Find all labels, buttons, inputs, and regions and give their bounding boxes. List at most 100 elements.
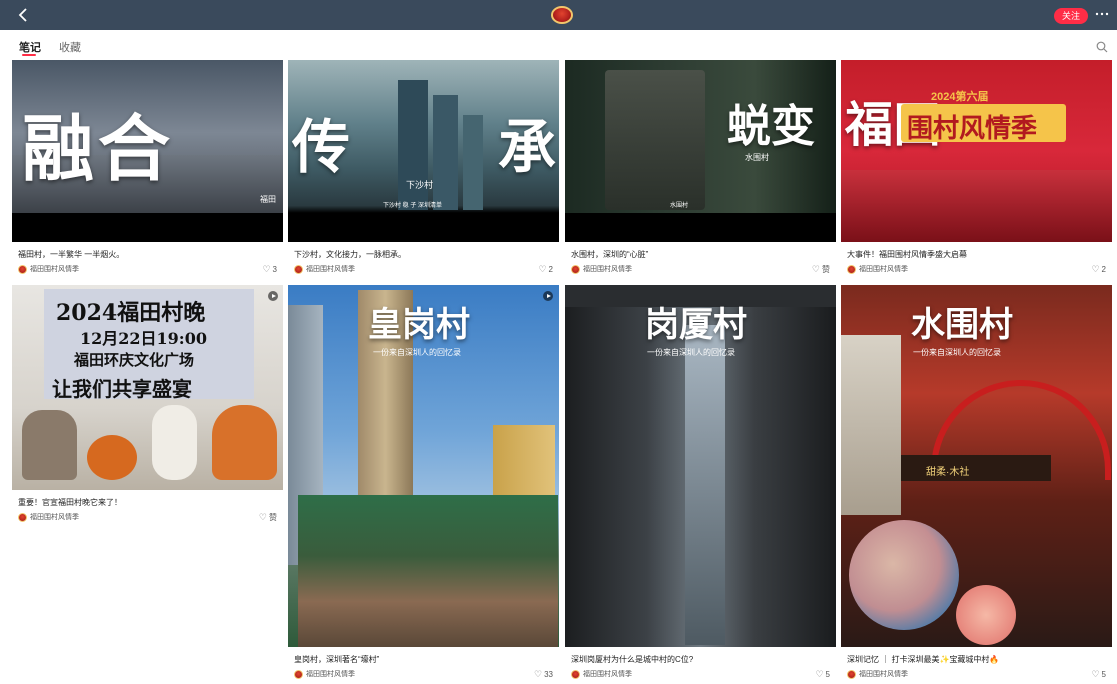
note-card[interactable]: 传 承 下沙村 下沙村 稳 子 深圳清单 下沙村，文化接力，一脉相承。 福田围村… xyxy=(288,60,559,278)
author-name: 福田围村风情季 xyxy=(30,514,79,521)
cover-title-left: 传 xyxy=(292,113,351,181)
like-count: 2 xyxy=(1101,264,1106,274)
more-dots-icon[interactable] xyxy=(1094,4,1110,24)
play-icon xyxy=(543,291,553,301)
note-card[interactable]: 福田 围村风情季 2024第六届 大事件！福田围村风情季盛大启幕 福田围村风情季… xyxy=(841,60,1112,278)
heart-icon: ♡ xyxy=(262,263,271,274)
cover-subtitle: 一份来自深圳人的回忆录 xyxy=(647,348,735,357)
author-avatar xyxy=(18,512,27,522)
like-button[interactable]: ♡ 赞 xyxy=(812,263,830,275)
like-count: 赞 xyxy=(822,264,830,274)
like-count: 赞 xyxy=(269,512,277,522)
poster-line-3: 福田环庆文化广场 xyxy=(74,351,195,369)
cover-caption: 下沙村 稳 子 深圳清单 xyxy=(383,203,443,209)
note-title: 水围村，深圳的“心脏” xyxy=(571,250,649,259)
cover-caption: 水围村 xyxy=(670,203,689,209)
author-name: 福田围村风情季 xyxy=(306,266,355,273)
heart-icon: ♡ xyxy=(811,263,820,274)
cover-small-text: 水围村 xyxy=(745,153,769,162)
cover-subtitle: 一份来自深圳人的回忆录 xyxy=(913,348,1001,357)
note-cover-image: 皇岗村 一份来自深圳人的回忆录 xyxy=(288,285,559,647)
author-avatar xyxy=(571,669,580,679)
poster-line-2: 12月22日19:00 xyxy=(80,329,207,348)
author-avatar xyxy=(847,669,856,679)
author-avatar xyxy=(847,264,856,274)
note-cover-image: 融合 福田 xyxy=(12,60,283,242)
tab-notes[interactable]: 笔记 xyxy=(19,39,41,55)
author-row[interactable]: 福田围村风情季 xyxy=(294,263,355,275)
author-name: 福田围村风情季 xyxy=(30,266,79,273)
note-card[interactable]: 蜕变 水围村 水围村 水围村，深圳的“心脏” 福田围村风情季 ♡ 赞 xyxy=(565,60,836,278)
cover-title-text: 蜕变 xyxy=(727,101,815,152)
profile-avatar[interactable] xyxy=(551,6,573,24)
note-card[interactable]: 岗厦村 一份来自深圳人的回忆录 深圳岗厦村为什么是城中村的C位? 福田围村风情季… xyxy=(565,285,836,684)
note-cover-image: 2024福田村晚 12月22日19:00 福田环庆文化广场 让我们共享盛宴 xyxy=(12,285,283,490)
cover-banner-text: 围村风情季 xyxy=(907,114,1038,144)
cover-subtitle: 一份来自深圳人的回忆录 xyxy=(373,348,461,357)
note-title: 下沙村，文化接力，一脉相承。 xyxy=(294,250,406,259)
cover-small-text: 福田 xyxy=(260,195,276,204)
note-card[interactable]: 融合 福田 福田村，一半繁华 一半烟火。 福田围村风情季 ♡ 3 xyxy=(12,60,283,278)
like-button[interactable]: ♡ 2 xyxy=(1091,263,1106,275)
poster-line-1: 2024福田村晚 xyxy=(56,300,206,326)
note-cover-image: 福田 围村风情季 2024第六届 xyxy=(841,60,1112,242)
note-cover-image: 甜柔·木社 水围村 一份来自深圳人的回忆录 xyxy=(841,285,1112,647)
poster-line-4: 让我们共享盛宴 xyxy=(52,377,192,401)
author-row[interactable]: 福田围村风情季 xyxy=(847,263,908,275)
author-row[interactable]: 福田围村风情季 xyxy=(294,668,355,680)
like-button[interactable]: ♡ 赞 xyxy=(259,511,277,523)
search-icon[interactable] xyxy=(1096,40,1108,53)
cover-title-right: 承 xyxy=(498,113,557,181)
author-name: 福田围村风情季 xyxy=(859,671,908,678)
author-row[interactable]: 福田围村风情季 xyxy=(18,263,79,275)
heart-icon: ♡ xyxy=(815,668,824,679)
follow-button[interactable]: 关注 xyxy=(1054,8,1088,24)
shop-sign: 甜柔·木社 xyxy=(926,467,970,478)
note-title: 大事件！福田围村风情季盛大启幕 xyxy=(847,250,967,259)
top-bar: 关注 xyxy=(0,0,1117,30)
author-row[interactable]: 福田围村风情季 xyxy=(571,668,632,680)
author-name: 福田围村风情季 xyxy=(583,266,632,273)
heart-icon: ♡ xyxy=(1091,263,1100,274)
cover-title-text: 融合 xyxy=(22,106,175,191)
like-button[interactable]: ♡ 33 xyxy=(534,668,553,680)
cover-title-text: 岗厦村 xyxy=(645,305,747,345)
like-button[interactable]: ♡ 5 xyxy=(815,668,830,680)
heart-icon: ♡ xyxy=(258,511,267,522)
note-cover-image: 传 承 下沙村 下沙村 稳 子 深圳清单 xyxy=(288,60,559,242)
note-cover-image: 岗厦村 一份来自深圳人的回忆录 xyxy=(565,285,836,647)
app-root: 关注 笔记 收藏 融合 福田 福田村，一半繁华 一半烟火。 福田围村风情季 ♡ 3… xyxy=(0,0,1117,684)
note-title: 深圳记忆 ｜ 打卡深圳最美✨宝藏城中村🔥 xyxy=(847,655,1000,664)
like-count: 3 xyxy=(272,264,277,274)
cover-small-text: 下沙村 xyxy=(406,180,434,190)
like-button[interactable]: ♡ 3 xyxy=(262,263,277,275)
author-name: 福田围村风情季 xyxy=(583,671,632,678)
author-name: 福田围村风情季 xyxy=(306,671,355,678)
note-cover-image: 蜕变 水围村 水围村 xyxy=(565,60,836,242)
play-icon xyxy=(268,291,278,301)
like-count: 2 xyxy=(548,264,553,274)
like-button[interactable]: ♡ 5 xyxy=(1091,668,1106,680)
back-icon[interactable] xyxy=(14,5,34,25)
cover-title-text: 水围村 xyxy=(911,305,1013,345)
cover-year-text: 2024第六届 xyxy=(931,91,989,103)
tab-favorites[interactable]: 收藏 xyxy=(59,39,81,55)
author-row[interactable]: 福田围村风情季 xyxy=(571,263,632,275)
author-name: 福田围村风情季 xyxy=(859,266,908,273)
note-card[interactable]: 皇岗村 一份来自深圳人的回忆录 皇岗村，深圳著名“壕村” 福田围村风情季 ♡ 33 xyxy=(288,285,559,684)
note-title: 福田村，一半繁华 一半烟火。 xyxy=(18,250,125,259)
cover-title-text: 皇岗村 xyxy=(368,305,470,345)
like-button[interactable]: ♡ 2 xyxy=(538,263,553,275)
author-row[interactable]: 福田围村风情季 xyxy=(847,668,908,680)
heart-icon: ♡ xyxy=(534,668,543,679)
note-card[interactable]: 甜柔·木社 水围村 一份来自深圳人的回忆录 深圳记忆 ｜ 打卡深圳最美✨宝藏城中… xyxy=(841,285,1112,684)
tab-bar: 笔记 收藏 xyxy=(0,30,1117,58)
like-count: 5 xyxy=(1101,669,1106,679)
like-count: 5 xyxy=(825,669,830,679)
note-title: 深圳岗厦村为什么是城中村的C位? xyxy=(571,655,694,664)
note-card[interactable]: 2024福田村晚 12月22日19:00 福田环庆文化广场 让我们共享盛宴 重要… xyxy=(12,285,283,525)
author-row[interactable]: 福田围村风情季 xyxy=(18,511,79,523)
heart-icon: ♡ xyxy=(1091,668,1100,679)
author-avatar xyxy=(18,264,27,274)
note-title: 皇岗村，深圳著名“壕村” xyxy=(294,655,380,664)
